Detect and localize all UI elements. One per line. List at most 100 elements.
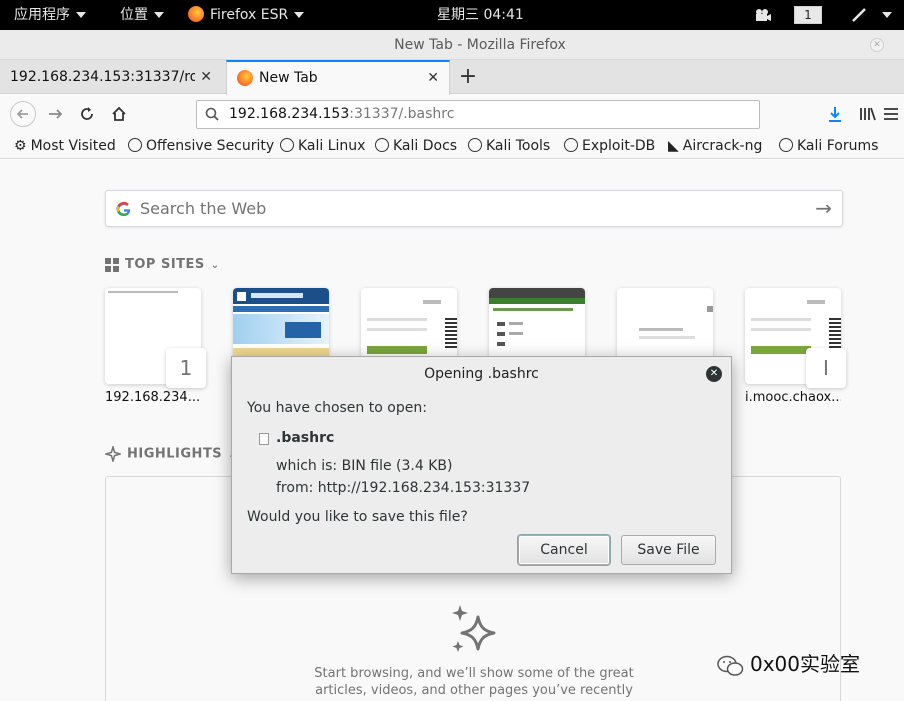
workspace-indicator[interactable]: 1 (794, 6, 822, 24)
bookmark-most-visited[interactable]: ⚙ Most Visited (14, 133, 116, 159)
dialog-file-type: which is: BIN file (3.4 KB) (276, 458, 452, 474)
dialog-close-button[interactable]: ✕ (706, 366, 722, 382)
firefox-icon (188, 6, 204, 22)
app-menu[interactable]: Firefox ESR (188, 0, 305, 30)
chevron-down-icon (76, 12, 86, 18)
bookmark-kali-forums[interactable]: Kali Forums (779, 133, 878, 159)
top-sites-label: TOP SITES (125, 257, 205, 272)
applications-menu[interactable]: 应用程序 (14, 0, 86, 30)
which-is-value: BIN file (3.4 KB) (341, 458, 453, 474)
site-badge: 1 (166, 348, 206, 388)
file-icon (259, 433, 269, 445)
arrow-right-icon[interactable]: → (815, 191, 832, 226)
chevron-down-icon (154, 12, 164, 18)
bookmark-label: Aircrack-ng (682, 138, 763, 154)
highlights-label: HIGHLIGHTS (127, 446, 223, 462)
tab-label: New Tab (259, 70, 318, 86)
window-titlebar: New Tab - Mozilla Firefox ✕ (0, 30, 904, 60)
forward-button[interactable] (42, 101, 68, 127)
web-search-input[interactable]: Search the Web → (105, 190, 843, 227)
search-icon (205, 107, 219, 121)
dialog-title: Opening .bashrc (424, 366, 539, 382)
dialog-intro: You have chosen to open: (247, 400, 427, 416)
back-button[interactable] (10, 101, 36, 127)
bookmark-exploit-db[interactable]: Exploit-DB (564, 133, 655, 159)
bookmark-label: Kali Forums (797, 138, 879, 154)
url-host: 192.168.234.153 (229, 106, 350, 122)
dialog-filename: .bashrc (276, 430, 335, 446)
from-label: from: (276, 480, 314, 496)
site-label: 192.168.234.... (105, 390, 201, 405)
watermark-text: 0x00实验室 (750, 652, 861, 676)
system-top-bar: 应用程序 位置 Firefox ESR 星期三 04:41 1 (0, 0, 904, 30)
tab-label: 192.168.234.153:31337/robo (10, 69, 195, 85)
save-file-button[interactable]: Save File (621, 535, 716, 565)
chevron-down-icon (294, 12, 305, 18)
which-is-label: which is: (276, 458, 338, 474)
bookmark-label: Offensive Security (146, 138, 275, 154)
download-icon[interactable] (822, 101, 848, 127)
google-icon (116, 201, 131, 217)
window-close-button[interactable]: ✕ (870, 38, 884, 52)
bookmark-kali-tools[interactable]: Kali Tools (468, 133, 550, 159)
bookmark-label: Kali Docs (393, 138, 458, 154)
url-bar[interactable]: 192.168.234.153:31337/.bashrc (196, 100, 760, 129)
search-placeholder: Search the Web (140, 199, 267, 218)
places-menu[interactable]: 位置 (120, 0, 164, 30)
globe-icon (375, 138, 389, 152)
bookmark-kali-docs[interactable]: Kali Docs (375, 133, 457, 159)
new-tab-button[interactable]: + (457, 62, 479, 92)
globe-icon (779, 138, 793, 152)
close-tab-icon[interactable]: ✕ (427, 62, 439, 94)
globe-icon (468, 138, 482, 152)
navigation-toolbar: 192.168.234.153:31337/.bashrc (0, 95, 904, 133)
watermark: 0x00实验室 (716, 648, 860, 678)
tab-robots[interactable]: 192.168.234.153:31337/robo ✕ (0, 60, 222, 94)
sparkle-icon (452, 605, 496, 652)
tab-strip: 192.168.234.153:31337/robo ✕ New Tab ✕ + (0, 60, 904, 95)
bookmark-aircrack-ng[interactable]: ◣ Aircrack-ng (668, 133, 762, 159)
system-menu[interactable] (876, 0, 892, 30)
home-button[interactable] (106, 101, 132, 127)
cancel-button[interactable]: Cancel (518, 535, 610, 565)
wechat-icon (717, 655, 744, 676)
bookmark-label: Kali Tools (486, 138, 551, 154)
close-tab-icon[interactable]: ✕ (200, 60, 212, 94)
site-badge: I (806, 348, 846, 388)
aircrack-icon: ◣ (668, 138, 679, 154)
dialog-question: Would you like to save this file? (247, 509, 468, 525)
app-name-label: Firefox ESR (210, 7, 289, 23)
gear-icon: ⚙ (14, 138, 27, 154)
top-sites-heading[interactable]: TOP SITES ⌄ (105, 257, 220, 272)
site-label: i.mooc.chaox... (745, 390, 841, 405)
chevron-down-icon: ⌄ (210, 260, 220, 271)
bookmark-label: Kali Linux (298, 138, 366, 154)
from-value: http://192.168.234.153:31337 (317, 480, 531, 496)
globe-icon (280, 138, 294, 152)
dialog-file-source: from: http://192.168.234.153:31337 (276, 480, 530, 496)
bookmark-offensive-security[interactable]: Offensive Security (128, 133, 274, 159)
clock[interactable]: 星期三 04:41 (437, 0, 524, 30)
pen-icon[interactable] (850, 0, 868, 30)
places-label: 位置 (120, 7, 148, 23)
applications-label: 应用程序 (14, 7, 70, 23)
sparkle-icon (105, 446, 121, 462)
highlights-heading[interactable]: HIGHLIGHTS⌄ (105, 446, 237, 462)
grid-icon (105, 257, 119, 272)
bookmark-label: Most Visited (30, 138, 116, 154)
camera-icon[interactable] (754, 0, 772, 30)
reload-button[interactable] (74, 101, 100, 127)
tab-new-tab[interactable]: New Tab ✕ (226, 60, 450, 95)
firefox-icon (237, 70, 253, 86)
chevron-down-icon (882, 12, 892, 18)
globe-icon (564, 138, 578, 152)
bookmarks-toolbar: ⚙ Most Visited Offensive Security Kali Li… (0, 133, 904, 159)
bookmark-label: Exploit-DB (582, 138, 656, 154)
url-path: :31337/.bashrc (349, 106, 455, 122)
highlights-line-2: articles, videos, and other pages you’ve… (315, 683, 633, 698)
open-file-dialog: Opening .bashrc ✕ You have chosen to ope… (231, 356, 732, 574)
bookmark-kali-linux[interactable]: Kali Linux (280, 133, 365, 159)
window-title: New Tab - Mozilla Firefox (394, 37, 566, 53)
menu-icon[interactable] (878, 101, 904, 127)
globe-icon (128, 138, 142, 152)
